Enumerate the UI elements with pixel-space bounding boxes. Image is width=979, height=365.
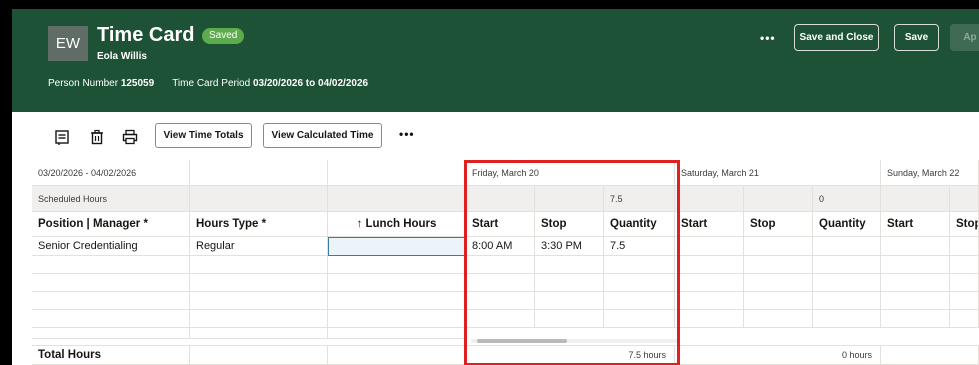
stop-time-cell[interactable] <box>950 237 979 256</box>
empty-grid-cell[interactable] <box>328 310 466 328</box>
empty-grid-cell[interactable] <box>32 310 190 328</box>
day-header-saturday: Saturday, March 21 <box>675 160 881 186</box>
empty-grid-cell[interactable] <box>881 292 950 310</box>
total-saturday: 0 hours <box>675 345 881 365</box>
empty-grid-cell[interactable] <box>950 256 979 274</box>
scheduled-blank <box>744 186 813 212</box>
column-header-start[interactable]: Start <box>675 212 744 237</box>
total-hours-label: Total Hours <box>32 345 190 365</box>
total-blank <box>190 345 328 365</box>
empty-grid-cell[interactable] <box>190 310 328 328</box>
spacer-cell <box>328 328 466 339</box>
view-time-totals-button[interactable]: View Time Totals <box>155 123 252 148</box>
period-label: Time Card Period <box>172 78 251 89</box>
status-badge: Saved <box>202 28 245 44</box>
empty-grid-cell[interactable] <box>675 310 744 328</box>
header-blank <box>190 160 328 186</box>
scheduled-blank <box>950 186 979 212</box>
scheduled-hours-saturday: 0 <box>813 186 881 212</box>
empty-grid-cell[interactable] <box>32 274 190 292</box>
save-and-close-button[interactable]: Save and Close <box>794 24 879 51</box>
header-meta: Person Number 125059 Time Card Period 03… <box>48 78 368 89</box>
empty-grid-cell[interactable] <box>190 292 328 310</box>
view-calculated-time-button[interactable]: View Calculated Time <box>263 123 382 148</box>
avatar: EW <box>48 26 88 61</box>
empty-grid-cell[interactable] <box>950 292 979 310</box>
day-header-sunday: Sunday, March 22 <box>881 160 979 186</box>
empty-grid-cell[interactable] <box>813 292 881 310</box>
empty-grid-cell[interactable] <box>950 310 979 328</box>
period-value: 03/20/2026 to 04/02/2026 <box>252 78 369 89</box>
approve-button[interactable]: Ap <box>950 24 979 51</box>
person-number-label: Person Number <box>48 78 119 89</box>
column-header-hours-type[interactable]: Hours Type * <box>190 212 328 237</box>
start-time-cell[interactable] <box>881 237 950 256</box>
person-name: Eola Willis <box>97 51 147 62</box>
delete-icon[interactable] <box>89 129 105 145</box>
page-header: EW Time Card Saved Eola Willis Person Nu… <box>12 9 979 112</box>
stop-time-cell[interactable] <box>744 237 813 256</box>
save-button[interactable]: Save <box>894 24 939 51</box>
column-header-start[interactable]: Start <box>881 212 950 237</box>
empty-grid-cell[interactable] <box>744 292 813 310</box>
empty-grid-cell[interactable] <box>190 256 328 274</box>
more-actions-button[interactable]: ••• <box>760 31 776 45</box>
row-number: 1 <box>12 241 15 251</box>
empty-grid-cell[interactable] <box>328 274 466 292</box>
empty-grid-cell[interactable] <box>881 310 950 328</box>
empty-grid-cell[interactable] <box>744 256 813 274</box>
empty-grid-cell[interactable] <box>328 292 466 310</box>
toolbar: View Time Totals View Calculated Time ••… <box>12 112 979 160</box>
page-title: Time Card <box>97 24 195 46</box>
print-icon[interactable] <box>122 129 138 145</box>
scheduled-blank <box>190 186 328 212</box>
row-number: 4 <box>12 296 15 306</box>
empty-grid-cell[interactable] <box>190 274 328 292</box>
row-number: 3 <box>12 278 15 288</box>
empty-grid-cell[interactable] <box>675 292 744 310</box>
column-header-position[interactable]: Position | Manager * <box>32 212 190 237</box>
person-number-value: 125059 <box>120 78 155 89</box>
empty-grid-cell[interactable] <box>328 256 466 274</box>
hours-type-cell[interactable]: Regular <box>190 237 328 256</box>
scheduled-blank <box>328 186 466 212</box>
position-cell[interactable]: Senior Credentialing <box>32 237 190 256</box>
scheduled-blank <box>675 186 744 212</box>
column-header-quantity[interactable]: Quantity <box>813 212 881 237</box>
empty-grid-cell[interactable] <box>675 256 744 274</box>
quantity-cell[interactable] <box>813 237 881 256</box>
time-card-window: EW Time Card Saved Eola Willis Person Nu… <box>12 9 979 365</box>
column-header-stop[interactable]: Stop <box>950 212 979 237</box>
column-header-lunch-hours[interactable]: ↑ Lunch Hours <box>328 212 466 237</box>
column-header-stop[interactable]: Stop <box>744 212 813 237</box>
row-number: 2 <box>12 260 15 270</box>
empty-grid-cell[interactable] <box>813 310 881 328</box>
highlight-annotation-box <box>464 160 680 365</box>
toolbar-more-button[interactable]: ••• <box>399 127 415 141</box>
total-sunday <box>881 345 979 365</box>
empty-grid-cell[interactable] <box>32 256 190 274</box>
empty-grid-cell[interactable] <box>744 310 813 328</box>
time-card-period: Time Card Period 03/20/2026 to 04/02/202… <box>172 78 368 89</box>
empty-grid-cell[interactable] <box>813 256 881 274</box>
start-time-cell[interactable] <box>675 237 744 256</box>
person-number: Person Number 125059 <box>48 78 154 89</box>
header-blank <box>328 160 466 186</box>
spacer-cell <box>190 328 328 339</box>
empty-grid-cell[interactable] <box>813 274 881 292</box>
lunch-hours-cell[interactable] <box>328 237 466 256</box>
scheduled-blank <box>881 186 950 212</box>
empty-grid-cell[interactable] <box>881 274 950 292</box>
scheduled-hours-label: Scheduled Hours <box>32 186 190 212</box>
empty-grid-cell[interactable] <box>32 292 190 310</box>
spacer-cell <box>32 328 190 339</box>
empty-grid-cell[interactable] <box>675 274 744 292</box>
row-number: 5 <box>12 314 15 324</box>
list-icon[interactable] <box>54 129 70 145</box>
date-range: 03/20/2026 - 04/02/2026 <box>32 160 190 186</box>
empty-grid-cell[interactable] <box>744 274 813 292</box>
empty-grid-cell[interactable] <box>881 256 950 274</box>
empty-grid-cell[interactable] <box>950 274 979 292</box>
total-blank <box>328 345 466 365</box>
